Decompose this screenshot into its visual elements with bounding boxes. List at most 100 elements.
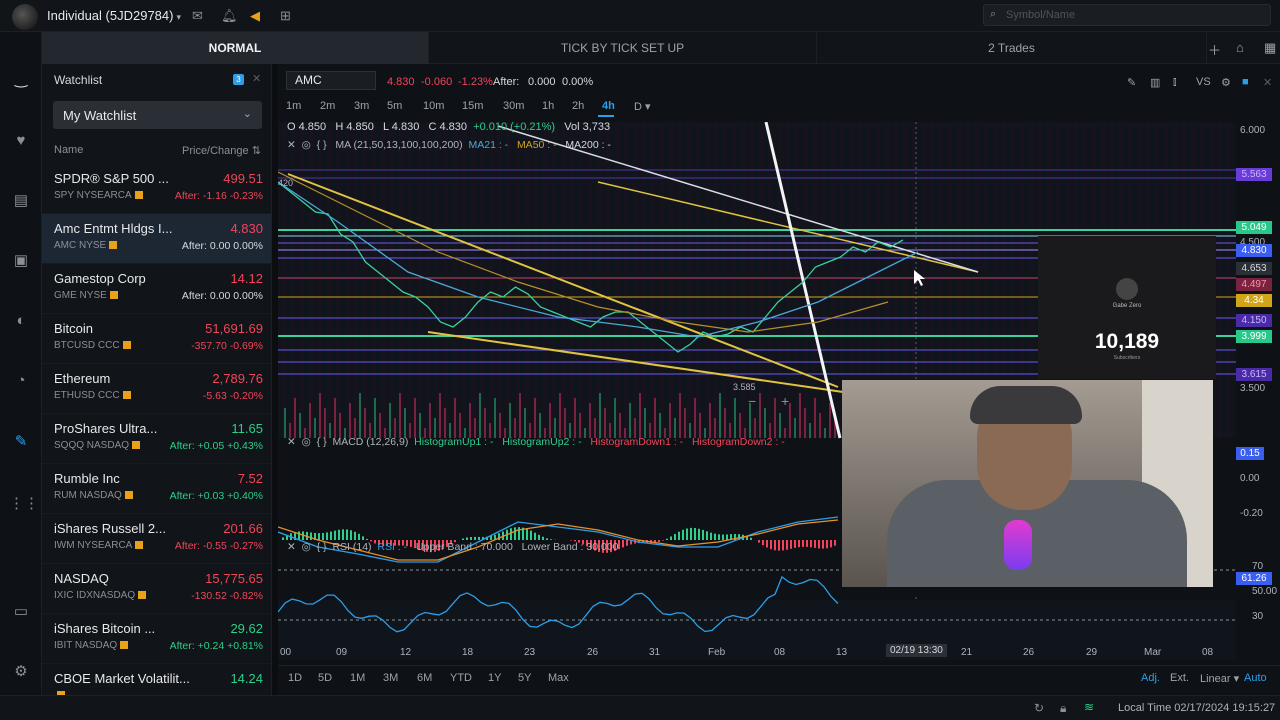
timeframe-button[interactable]: 5Y <box>518 672 531 684</box>
ext-toggle[interactable]: Ext. <box>1170 672 1189 684</box>
macd-bar <box>346 529 348 540</box>
tab-tick-by-tick[interactable]: TICK BY TICK SET UP <box>429 32 817 64</box>
add-tab-icon[interactable]: ＋ <box>1208 40 1221 59</box>
watchlist-row[interactable]: Gamestop Corp GME NYSE 14.12 After: 0.00 0.… <box>42 264 271 314</box>
account-selector[interactable]: Individual (5JD29784) ▾ <box>47 8 181 23</box>
rsi-value-label: RSI : - <box>377 541 408 553</box>
close-icon[interactable]: ✕ <box>252 72 261 85</box>
close-icon[interactable]: ✕ <box>287 139 296 151</box>
save-layout-icon[interactable]: ⌂ <box>1236 40 1244 55</box>
settings-icon[interactable]: ⚙ <box>9 660 33 684</box>
adj-toggle[interactable]: Adj. <box>1141 672 1160 684</box>
chart-icon[interactable]: ▣ <box>9 249 33 273</box>
watchlist-row[interactable]: Ethereum ETHUSD CCC 2,789.76 -5.63 -0.20% <box>42 364 271 414</box>
interval-2[interactable]: 3m <box>354 100 369 112</box>
bell-icon[interactable]: 🔔︎ <box>221 8 238 24</box>
gauge-icon[interactable]: ◔ <box>9 369 33 393</box>
ma-legend[interactable]: ✕ ◎ { } MA (21,50,13,100,100,200) MA21 :… <box>287 139 611 151</box>
interval-8[interactable]: 2h <box>572 100 584 112</box>
watchlist-row[interactable]: CBOE Market Volatilit... 14.24 <box>42 664 271 695</box>
symbol-search-input[interactable]: ⌕ Symbol/Name <box>983 4 1271 26</box>
interval-7[interactable]: 1h <box>542 100 554 112</box>
timeframe-button[interactable]: YTD <box>450 672 472 684</box>
interval-3[interactable]: 5m <box>387 100 402 112</box>
code-icon[interactable]: { } <box>317 139 327 151</box>
timeframe-button[interactable]: 3M <box>383 672 398 684</box>
interval-0[interactable]: 1m <box>286 100 301 112</box>
chart-type-icon[interactable]: ▥ <box>1150 76 1160 89</box>
watchlist-row[interactable]: ProShares Ultra... SQQQ NASDAQ 11.65 After:… <box>42 414 271 464</box>
watchlist-row[interactable]: Rumble Inc RUM NASDAQ 7.52 After: +0.03 +0.… <box>42 464 271 514</box>
code-icon[interactable]: { } <box>317 436 327 448</box>
settings-icon[interactable]: ⚙ <box>1221 76 1231 89</box>
col-price-header[interactable]: Price/Change ⇅ <box>182 144 261 157</box>
volume-bar <box>619 413 621 438</box>
chat-icon[interactable]: ▭ <box>9 600 33 624</box>
grid-band <box>714 122 718 438</box>
timeframe-button[interactable]: 1D <box>288 672 302 684</box>
plus-square-icon[interactable]: ⊞ <box>280 8 291 24</box>
subscriber-overlay: Gabe Zero 10,189 Subscribers <box>1038 236 1216 379</box>
close-icon[interactable]: ✕ <box>1263 76 1272 89</box>
eye-icon[interactable]: ◎ <box>302 436 311 448</box>
col-name-header[interactable]: Name <box>54 144 83 156</box>
macd-bar <box>330 531 332 540</box>
timeframe-button[interactable]: 6M <box>417 672 432 684</box>
lock-icon[interactable]: 🔒︎ <box>1060 701 1066 716</box>
interval-9[interactable]: 4h <box>602 100 615 112</box>
interval-6[interactable]: 30m <box>503 100 524 112</box>
rsi-legend[interactable]: ✕ ◎ { } RSI (14) RSI : - Upper Band : 70… <box>287 541 619 553</box>
draw-icon[interactable]: ✎ <box>1127 76 1136 89</box>
close-icon[interactable]: ✕ <box>287 436 296 448</box>
interval-10[interactable]: D ▾ <box>634 100 651 113</box>
refresh-icon[interactable]: ↻ <box>1034 701 1044 715</box>
volume-bar <box>444 408 446 438</box>
interval-1[interactable]: 2m <box>320 100 335 112</box>
macd-bar <box>542 536 544 540</box>
mail-icon[interactable]: ✉ <box>192 8 203 24</box>
interval-5[interactable]: 15m <box>462 100 483 112</box>
watchlist-item-symbol: AMC NYSE <box>54 240 118 251</box>
grid-band <box>1227 122 1231 438</box>
watchlist-item-symbol: IBIT NASDAQ <box>54 640 129 651</box>
delay-flag-icon <box>120 641 129 650</box>
time-axis-label: 26 <box>1023 647 1035 658</box>
brand-logo-icon[interactable]: ‿ <box>9 68 33 92</box>
trade-icon[interactable]: ✎ <box>9 430 33 454</box>
timeframe-button[interactable]: 1Y <box>488 672 501 684</box>
timeframe-button[interactable]: 1M <box>350 672 365 684</box>
grid-icon[interactable]: ⋮⋮ <box>9 492 39 516</box>
chart-symbol-input[interactable]: AMC <box>286 71 376 90</box>
tab-normal[interactable]: NORMAL <box>42 32 429 64</box>
candles-icon[interactable]: ⫾ <box>1173 76 1177 89</box>
compare-icon[interactable]: VS <box>1196 76 1211 88</box>
eye-icon[interactable]: ◎ <box>302 541 311 553</box>
watchlist-row[interactable]: NASDAQ IXIC IDXNASDAQ 15,775.65 -130.52 -0.… <box>42 564 271 614</box>
eye-icon[interactable]: ◎ <box>302 139 311 151</box>
watchlist-select[interactable]: My Watchlist ⌄ <box>53 101 262 129</box>
close-icon[interactable]: ✕ <box>287 541 296 553</box>
volume-bar <box>414 398 416 438</box>
watchlist-item-price: 201.66 <box>223 521 263 536</box>
interval-4[interactable]: 10m <box>423 100 444 112</box>
heart-icon[interactable]: ♥ <box>9 129 33 153</box>
watchlist-row[interactable]: Amc Entmt Hldgs I... AMC NYSE 4.830 After: … <box>42 214 271 264</box>
watchlist-row[interactable]: Bitcoin BTCUSD CCC 51,691.69 -357.70 -0.69% <box>42 314 271 364</box>
globe-icon[interactable]: ◐ <box>9 309 33 333</box>
layout-grid-icon[interactable]: ▦ <box>1264 40 1276 56</box>
hist-up1-label: HistogramUp1 : - <box>414 436 494 448</box>
code-icon[interactable]: { } <box>317 541 327 553</box>
avatar[interactable] <box>12 4 38 30</box>
watchlist-item-symbol-text: GME NYSE <box>54 290 107 301</box>
watchlist-row[interactable]: SPDR® S&P 500 ... SPY NYSEARCA 499.51 After… <box>42 164 271 214</box>
watchlist-row[interactable]: iShares Russell 2... IWM NYSEARCA 201.66 Af… <box>42 514 271 564</box>
timeframe-button[interactable]: 5D <box>318 672 332 684</box>
timeframe-button[interactable]: Max <box>548 672 569 684</box>
tab-2-trades[interactable]: 2 Trades <box>817 32 1207 64</box>
macd-legend[interactable]: ✕ ◎ { } MACD (12,26,9) HistogramUp1 : - … <box>287 436 785 448</box>
auto-toggle[interactable]: Auto <box>1244 672 1267 684</box>
scale-select[interactable]: Linear ▾ <box>1200 672 1239 685</box>
megaphone-icon[interactable]: ◀ <box>250 8 260 24</box>
watchlist-row[interactable]: iShares Bitcoin ... IBIT NASDAQ 29.62 After… <box>42 614 271 664</box>
document-icon[interactable]: ▤ <box>9 189 33 213</box>
